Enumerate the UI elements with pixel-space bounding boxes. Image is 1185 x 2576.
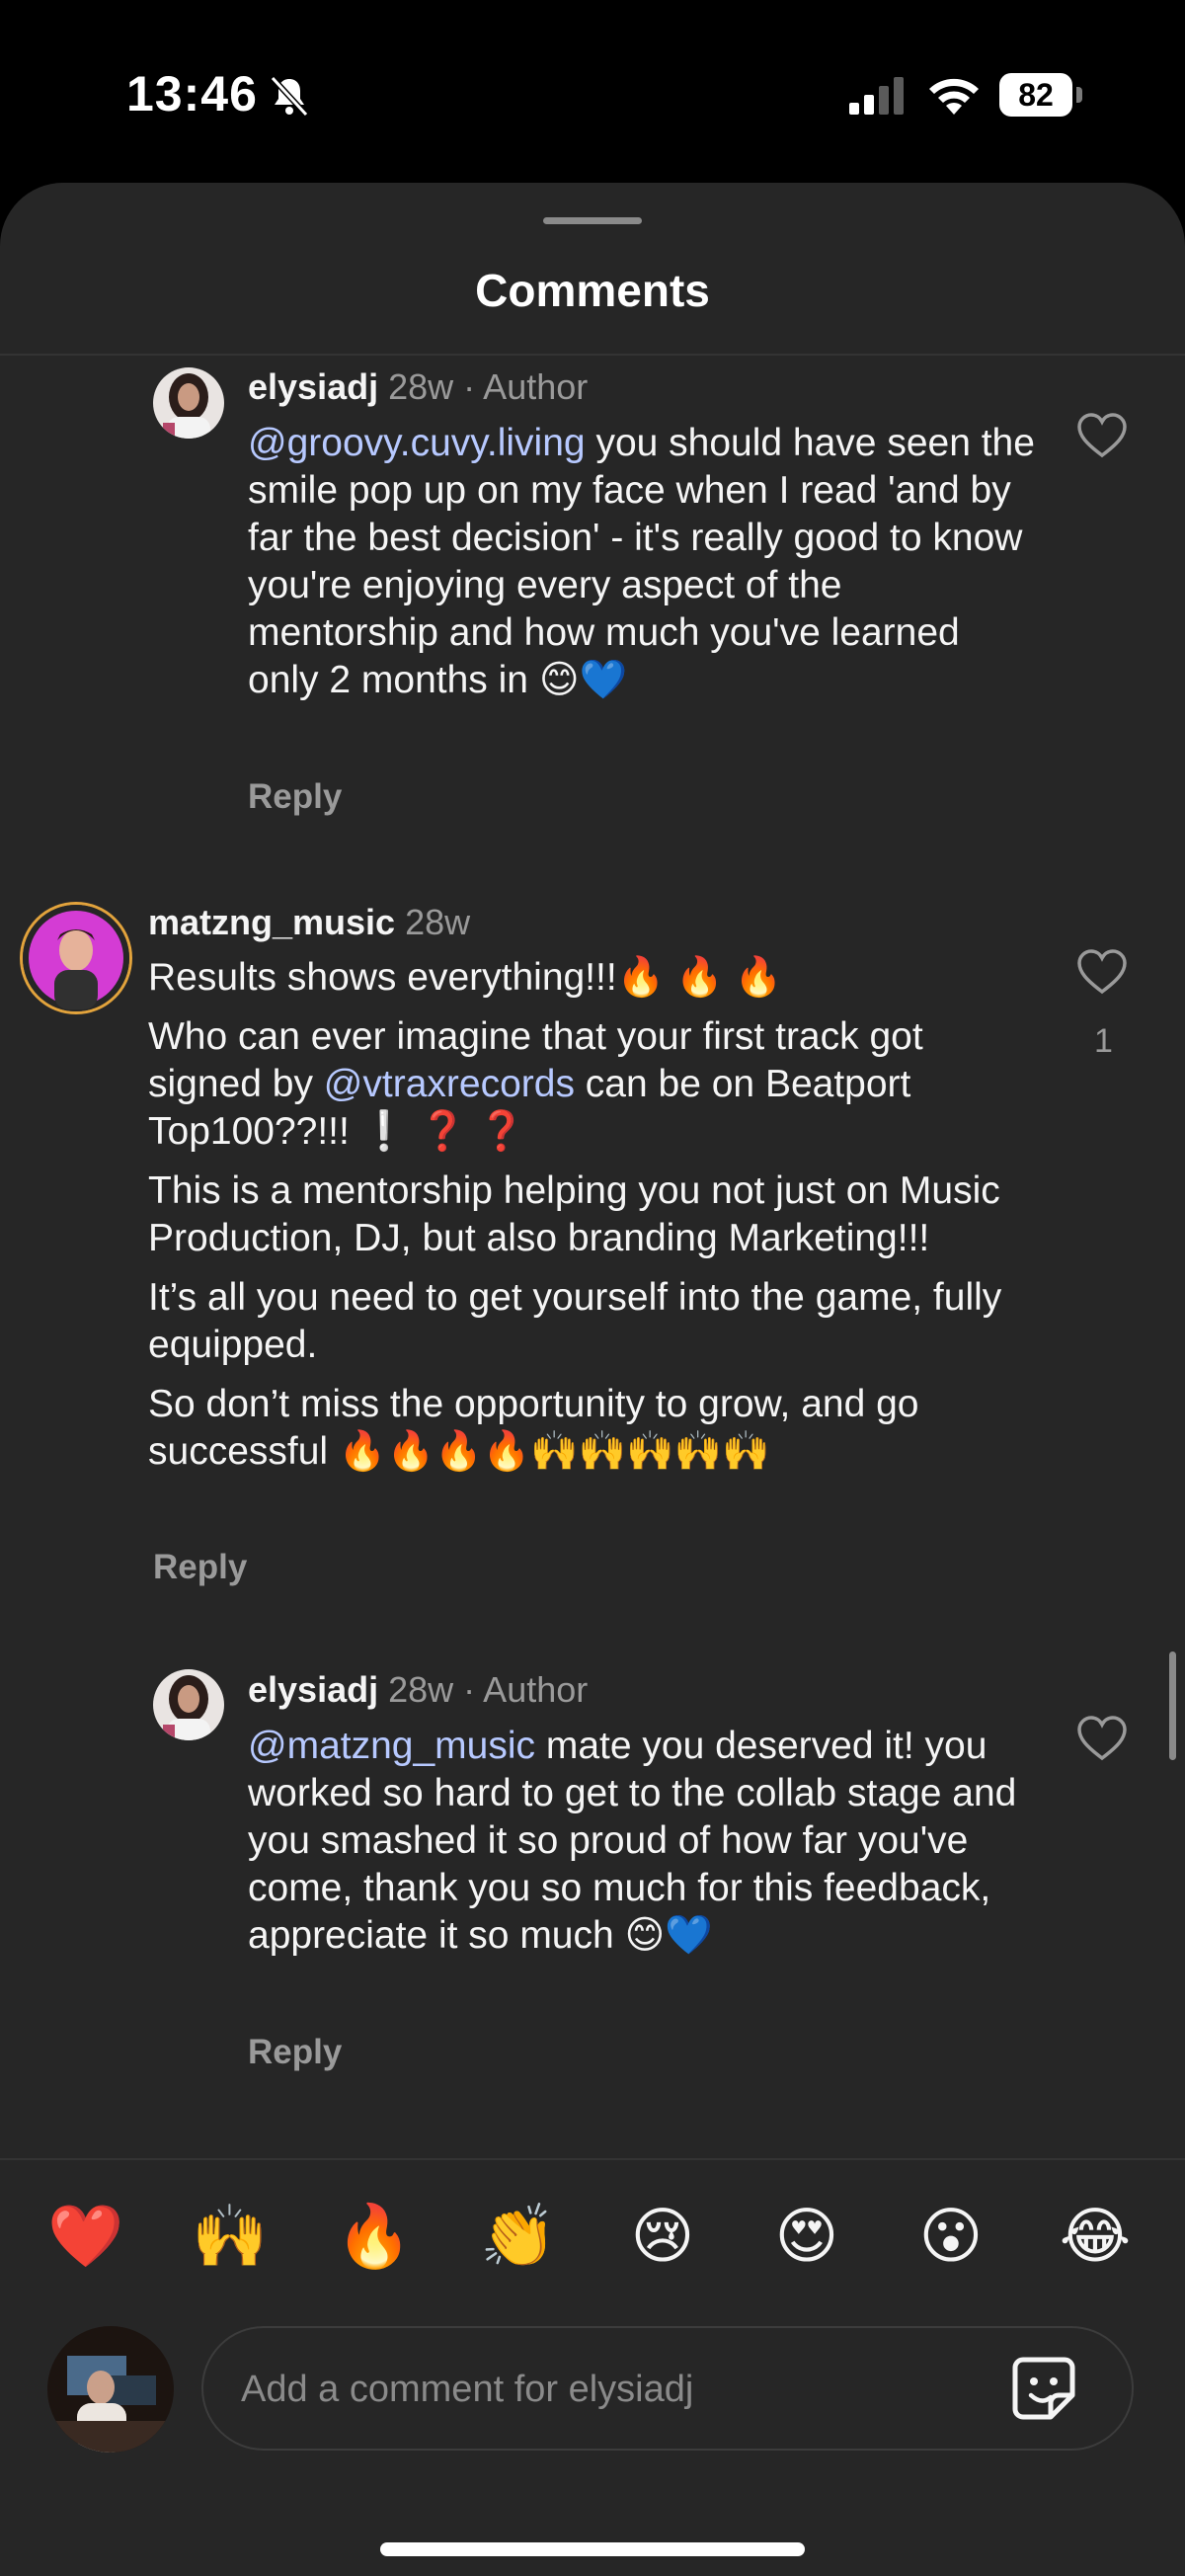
comment-paragraph: So don’t miss the opportunity to grow, a…: [148, 1383, 919, 1473]
emoji-heart[interactable]: ❤️: [41, 2198, 130, 2277]
mention-link[interactable]: @matzng_music: [248, 1725, 535, 1767]
status-bar: 13:46 82: [0, 0, 1185, 183]
reply-button[interactable]: Reply: [248, 777, 342, 817]
mention-link[interactable]: @vtraxrecords: [324, 1063, 575, 1105]
emoji-heart-eyes[interactable]: 😍: [762, 2198, 851, 2277]
username[interactable]: elysiadj: [248, 1669, 378, 1710]
sheet-grabber[interactable]: [543, 217, 642, 224]
battery-icon: 82: [999, 73, 1082, 117]
battery-level: 82: [999, 73, 1072, 117]
avatar[interactable]: [153, 367, 224, 439]
signal-icon: [849, 77, 904, 115]
avatar[interactable]: [153, 1669, 224, 1740]
author-badge: · Author: [463, 1669, 589, 1710]
emoji-surprised[interactable]: 😮: [907, 2198, 995, 2277]
emoji-clap[interactable]: 👏: [474, 2198, 563, 2277]
mention-link[interactable]: @groovy.cuvy.living: [248, 422, 586, 464]
author-badge: · Author: [463, 366, 589, 407]
comment-composer: [0, 2321, 1185, 2576]
emoji-fire[interactable]: 🔥: [330, 2198, 419, 2277]
my-avatar: [47, 2326, 174, 2453]
home-indicator[interactable]: [380, 2542, 805, 2556]
comment-paragraph: This is a mentorship helping you not jus…: [148, 1169, 1000, 1259]
comment-paragraph: It’s all you need to get yourself into t…: [148, 1276, 1002, 1366]
comment-input-box[interactable]: [201, 2326, 1134, 2451]
avatar[interactable]: [20, 902, 132, 1014]
time-ago: 28w: [405, 902, 471, 942]
wifi-icon: [929, 78, 979, 115]
reply-button[interactable]: Reply: [153, 1548, 247, 1587]
comment-paragraph: Results shows everything!!!🔥 🔥 🔥: [148, 956, 783, 999]
comment-meta: elysiadj 28w · Author: [248, 1669, 588, 1711]
reply-button[interactable]: Reply: [248, 2033, 342, 2072]
sticker-icon[interactable]: [1009, 2354, 1078, 2423]
emoji-quick-bar: ❤️ 🙌 🔥 👏 😢 😍 😮 😂: [0, 2158, 1185, 2318]
heart-icon[interactable]: [1076, 412, 1128, 459]
comment-paragraph: Who can ever imagine that your first tra…: [148, 1013, 1037, 1156]
heart-icon[interactable]: [1076, 1715, 1128, 1762]
comment-text: @matzng_music mate you deserved it! you …: [248, 1723, 1038, 1960]
comment-input[interactable]: [239, 2328, 974, 2451]
heart-icon[interactable]: [1076, 948, 1128, 996]
header-divider: [0, 354, 1185, 356]
username[interactable]: matzng_music: [148, 902, 395, 942]
emoji-raised-hands[interactable]: 🙌: [186, 2198, 275, 2277]
time-ago: 28w: [388, 1669, 454, 1710]
sheet-title: Comments: [475, 265, 710, 316]
time-ago: 28w: [388, 366, 454, 407]
emoji-laughing[interactable]: 😂: [1051, 2198, 1140, 2277]
like-count: 1: [1094, 1022, 1113, 1060]
bell-slash-icon: [270, 75, 309, 118]
username[interactable]: elysiadj: [248, 366, 378, 407]
comment-text: @groovy.cuvy.living you should have seen…: [248, 420, 1038, 704]
scrollbar[interactable]: [1169, 1651, 1176, 1760]
comment-meta: matzng_music 28w: [148, 902, 470, 943]
comment-meta: elysiadj 28w · Author: [248, 366, 588, 408]
emoji-crying[interactable]: 😢: [618, 2198, 707, 2277]
comment-text: Results shows everything!!!🔥 🔥 🔥 Who can…: [148, 954, 1037, 1488]
status-time: 13:46: [126, 66, 258, 121]
